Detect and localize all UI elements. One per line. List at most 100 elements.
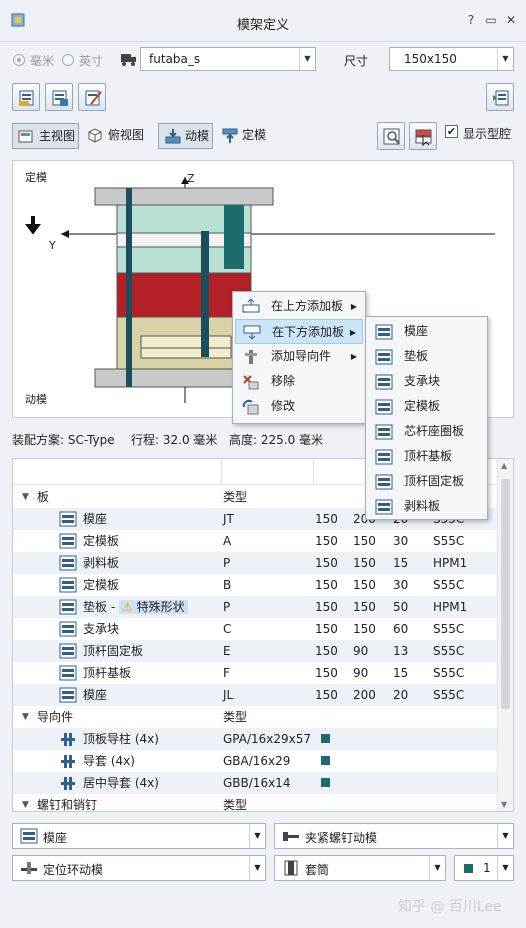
plate-name: 模座 bbox=[83, 688, 108, 702]
export-button[interactable] bbox=[486, 83, 514, 111]
menu-remove[interactable]: 移除 bbox=[235, 369, 363, 394]
table-row[interactable]: 模座 JL 150 200 20 S55C bbox=[13, 684, 497, 706]
vendor-select[interactable]: futaba_s ▼ bbox=[140, 47, 316, 71]
y-axis-label: Y bbox=[49, 239, 56, 252]
main-view-button[interactable]: 主视图 bbox=[12, 123, 79, 149]
size-value: 150x150 bbox=[404, 52, 457, 66]
zoom-fit-button[interactable] bbox=[377, 122, 405, 150]
guide-pin-icon bbox=[245, 350, 257, 364]
top-view-button[interactable]: 俯视图 bbox=[82, 123, 148, 149]
vendor-value: futaba_s bbox=[149, 52, 201, 66]
warning-text: 特殊形状 bbox=[136, 600, 185, 614]
submenu-item[interactable]: 支承块 bbox=[368, 369, 485, 394]
plate-select-value: 模座 bbox=[43, 831, 68, 845]
plate-length: 150 bbox=[315, 556, 338, 570]
fixed-half-icon bbox=[222, 128, 238, 143]
open-button[interactable] bbox=[12, 83, 40, 111]
show-cavity-checkbox[interactable]: ✔ bbox=[445, 125, 458, 138]
collapse-icon[interactable]: ▼ bbox=[22, 794, 29, 811]
mm-radio[interactable] bbox=[13, 54, 25, 66]
scrollbar-thumb[interactable] bbox=[501, 479, 510, 709]
sleeve-select-value: 套筒 bbox=[305, 863, 330, 877]
plate-type: B bbox=[223, 578, 232, 592]
cursor-select-button[interactable] bbox=[409, 122, 437, 150]
plate-name: 定模板 bbox=[83, 578, 120, 592]
menu-add-above-label: 在上方添加板 bbox=[271, 299, 344, 313]
submenu-item[interactable]: 定模板 bbox=[368, 394, 485, 419]
table-row[interactable]: 导套 (4x) GBA/16x29 bbox=[13, 750, 497, 772]
guide-name: 居中导套 (4x) bbox=[83, 776, 159, 790]
plate-thickness: 30 bbox=[393, 534, 409, 548]
screw-select[interactable]: 夹紧螺钉动模 ▼ bbox=[274, 823, 514, 849]
menu-add-above[interactable]: 在上方添加板 ▶ bbox=[235, 294, 363, 319]
plate-select[interactable]: 模座 ▼ bbox=[12, 823, 266, 849]
plate-thickness: 13 bbox=[393, 644, 409, 658]
size-select[interactable]: 150x150 ▼ bbox=[389, 47, 514, 71]
locating-ring-icon bbox=[21, 862, 37, 874]
table-row[interactable]: 顶板导柱 (4x) GPA/16x29x57 bbox=[13, 728, 497, 750]
edit-button[interactable] bbox=[78, 83, 106, 111]
plate-type: P bbox=[223, 556, 231, 570]
submenu-item[interactable]: 剥料板 bbox=[368, 494, 485, 519]
close-button[interactable]: ✕ bbox=[504, 13, 518, 27]
moving-half-button[interactable]: 动模 bbox=[158, 123, 213, 149]
plate-width: 90 bbox=[353, 644, 369, 658]
table-row[interactable]: 定模板 B 150 150 30 S55C bbox=[13, 574, 497, 596]
table-row[interactable]: 顶杆基板 F 150 90 15 S55C bbox=[13, 662, 497, 684]
screw-icon bbox=[283, 832, 299, 841]
plate-icon bbox=[375, 499, 393, 515]
sleeve-icon bbox=[284, 860, 298, 876]
plate-thickness: 20 bbox=[393, 688, 409, 702]
export-icon bbox=[493, 90, 509, 106]
collapse-icon[interactable]: ▼ bbox=[22, 486, 29, 508]
submenu-item[interactable]: 顶杆固定板 bbox=[368, 469, 485, 494]
guide-type: GBA/16x29 bbox=[223, 754, 291, 768]
table-row[interactable]: 定模板 A 150 150 30 S55C bbox=[13, 530, 497, 552]
scroll-up-icon[interactable]: ▲ bbox=[501, 461, 507, 470]
plate-icon bbox=[59, 533, 77, 549]
plate-icon bbox=[375, 374, 393, 390]
help-button[interactable]: ? bbox=[464, 13, 478, 27]
table-scrollbar[interactable]: ▲ ▼ bbox=[497, 459, 513, 811]
top-view-icon bbox=[88, 128, 102, 143]
sleeve-select[interactable]: 套筒 ▼ bbox=[274, 855, 446, 881]
plate-length: 150 bbox=[315, 512, 338, 526]
table-row[interactable]: 垫板 - ⚠ 特殊形状 P 150 150 50 HPM1 bbox=[13, 596, 497, 618]
fixed-half-button[interactable]: 定模 bbox=[216, 123, 271, 149]
context-menu[interactable]: 在上方添加板 ▶ 在下方添加板 ▶ 添加导向件 ▶ 移除 修改 bbox=[232, 291, 366, 424]
chevron-down-icon: ▼ bbox=[429, 856, 445, 880]
table-group-guides[interactable]: ▼ 导向件 类型 bbox=[13, 706, 497, 728]
submenu-item[interactable]: 模座 bbox=[368, 319, 485, 344]
plate-type: JL bbox=[223, 688, 234, 702]
table-row[interactable]: 支承块 C 150 150 60 S55C bbox=[13, 618, 497, 640]
scroll-down-icon[interactable]: ▼ bbox=[501, 800, 507, 809]
submenu-item[interactable]: 芯杆座圈板 bbox=[368, 419, 485, 444]
menu-modify[interactable]: 修改 bbox=[235, 394, 363, 419]
count-select[interactable]: 1 ▼ bbox=[454, 855, 514, 881]
table-row[interactable]: 剥料板 P 150 150 15 HPM1 bbox=[13, 552, 497, 574]
table-row[interactable]: 顶杆固定板 E 150 90 13 S55C bbox=[13, 640, 497, 662]
plate-name: 支承块 bbox=[83, 622, 120, 636]
menu-add-guide[interactable]: 添加导向件 ▶ bbox=[235, 344, 363, 369]
plate-icon bbox=[59, 511, 77, 527]
menu-remove-label: 移除 bbox=[271, 374, 296, 388]
plate-icon bbox=[59, 665, 77, 681]
guide-pin-icon bbox=[61, 755, 75, 768]
submenu-item[interactable]: 垫板 bbox=[368, 344, 485, 369]
table-group-screws[interactable]: ▼ 螺钉和销钉 类型 bbox=[13, 794, 497, 811]
mm-label: 毫米 bbox=[30, 54, 55, 68]
submenu-item[interactable]: 顶杆基板 bbox=[368, 444, 485, 469]
inch-radio[interactable] bbox=[62, 54, 74, 66]
assembly-scheme: 装配方案: SC-Type bbox=[12, 433, 115, 447]
modify-icon bbox=[242, 399, 259, 415]
menu-add-below[interactable]: 在下方添加板 ▶ bbox=[235, 319, 363, 344]
add-below-submenu[interactable]: 模座 垫板 支承块 定模板 芯杆座圈板 顶杆基板顶杆固定板剥料板 bbox=[365, 316, 488, 520]
locating-ring-select[interactable]: 定位环动模 ▼ bbox=[12, 855, 266, 881]
table-row[interactable]: 居中导套 (4x) GBB/16x14 bbox=[13, 772, 497, 794]
collapse-icon[interactable]: ▼ bbox=[22, 706, 29, 728]
save-button[interactable] bbox=[45, 83, 73, 111]
guide-name: 顶板导柱 (4x) bbox=[83, 732, 159, 746]
submenu-item-label: 剥料板 bbox=[404, 499, 441, 513]
submenu-item-label: 顶杆固定板 bbox=[404, 474, 465, 488]
minimize-button[interactable]: ▭ bbox=[484, 13, 498, 27]
